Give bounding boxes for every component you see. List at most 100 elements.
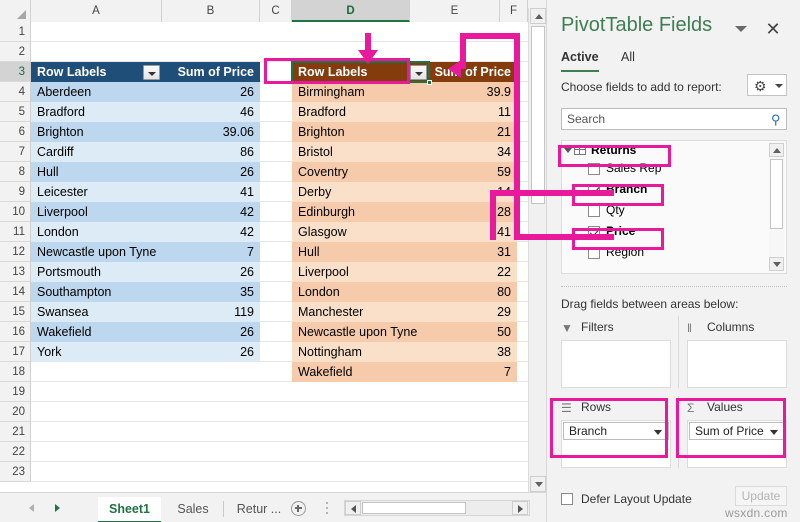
pt2-row-label: London bbox=[292, 282, 429, 302]
chip-chevron-down-icon[interactable] bbox=[770, 430, 778, 435]
tab-active[interactable]: Active bbox=[561, 50, 599, 72]
caret-right-icon bbox=[55, 504, 60, 512]
select-all-corner[interactable] bbox=[0, 0, 31, 22]
grid-scrollbar-thumb[interactable] bbox=[531, 26, 545, 204]
row-header-14[interactable]: 14 bbox=[0, 282, 31, 302]
area-vertical-divider-bottom bbox=[678, 396, 679, 468]
area-dropzone-filters[interactable] bbox=[561, 340, 671, 388]
row-header-20[interactable]: 20 bbox=[0, 402, 31, 422]
row-header-3[interactable]: 3 bbox=[0, 62, 31, 82]
row-header-6[interactable]: 6 bbox=[0, 122, 31, 142]
row-header-21[interactable]: 21 bbox=[0, 422, 31, 442]
grid-vertical-scrollbar[interactable] bbox=[528, 8, 546, 492]
row-header-7[interactable]: 7 bbox=[0, 142, 31, 162]
pt1-filter-dropdown-icon[interactable] bbox=[143, 65, 160, 80]
row-header-19[interactable]: 19 bbox=[0, 382, 31, 402]
pt2-header-sum-of-price[interactable]: Sum of Price bbox=[429, 62, 517, 82]
row-header-4[interactable]: 4 bbox=[0, 82, 31, 102]
sheet-tab-sales[interactable]: Sales bbox=[167, 497, 219, 522]
grid-row-background[interactable] bbox=[31, 422, 528, 442]
field-item-label: Qty bbox=[606, 203, 625, 217]
row-header-11[interactable]: 11 bbox=[0, 222, 31, 242]
collapse-triangle-icon[interactable] bbox=[564, 148, 572, 153]
grid-row-background[interactable] bbox=[31, 42, 528, 62]
tab-all[interactable]: All bbox=[621, 50, 635, 70]
pt1-row-value: 41 bbox=[162, 182, 260, 202]
pane-options-chevron-down-icon[interactable] bbox=[735, 26, 747, 32]
grid-horizontal-scrollbar[interactable] bbox=[344, 500, 530, 516]
grid-row-background[interactable] bbox=[31, 462, 528, 482]
next-sheet-button[interactable] bbox=[52, 502, 64, 514]
checkbox-checked-icon[interactable] bbox=[588, 184, 600, 196]
field-scroll-up-button[interactable] bbox=[769, 143, 784, 157]
row-header-9[interactable]: 9 bbox=[0, 182, 31, 202]
column-header-a[interactable]: A bbox=[31, 0, 162, 22]
row-header-22[interactable]: 22 bbox=[0, 442, 31, 462]
field-list[interactable]: Returns Sales Rep Branch Qty Price Region bbox=[561, 140, 787, 274]
row-header-17[interactable]: 17 bbox=[0, 342, 31, 362]
pane-divider bbox=[561, 286, 787, 287]
row-header-12[interactable]: 12 bbox=[0, 242, 31, 262]
pt1-row-value: 39.06 bbox=[162, 122, 260, 142]
checkbox-icon[interactable] bbox=[588, 247, 600, 259]
pt1-row-value: 42 bbox=[162, 202, 260, 222]
row-header-16[interactable]: 16 bbox=[0, 322, 31, 342]
tab-split-grip[interactable] bbox=[326, 502, 329, 515]
scroll-down-button[interactable] bbox=[530, 476, 546, 492]
pt2-row-label: Edinburgh bbox=[292, 202, 429, 222]
scroll-right-button[interactable] bbox=[512, 501, 528, 515]
pt1-header-sum-of-price[interactable]: Sum of Price bbox=[162, 62, 260, 82]
field-list-scrollbar[interactable] bbox=[769, 143, 784, 271]
pt1-row-label: London bbox=[31, 222, 162, 242]
chevron-down-icon bbox=[535, 482, 543, 487]
pane-close-icon[interactable]: ✕ bbox=[763, 20, 783, 40]
grid-row-background[interactable] bbox=[31, 442, 528, 462]
row-header-8[interactable]: 8 bbox=[0, 162, 31, 182]
pt2-filter-dropdown-icon[interactable] bbox=[410, 65, 427, 80]
pt2-header-row-labels[interactable]: Row Labels bbox=[292, 62, 429, 82]
fill-handle[interactable] bbox=[427, 80, 432, 85]
field-list-settings-button[interactable]: ⚙ bbox=[747, 74, 787, 96]
row-header-2[interactable]: 2 bbox=[0, 42, 31, 62]
hscrollbar-thumb[interactable] bbox=[362, 502, 466, 514]
checkbox-icon[interactable] bbox=[588, 163, 600, 175]
area-chip-sum-of-price[interactable]: Sum of Price bbox=[689, 422, 785, 440]
sheet-tab-returns[interactable]: Retur ... bbox=[228, 497, 290, 522]
area-dropzone-columns[interactable] bbox=[687, 340, 787, 388]
scroll-up-button[interactable] bbox=[530, 8, 546, 24]
row-header-15[interactable]: 15 bbox=[0, 302, 31, 322]
pane-title: PivotTable Fields bbox=[561, 14, 713, 36]
worksheet-grid[interactable]: A B C D E F 1 2 3 4 5 6 7 8 9 10 11 12 13 14 15 16 17 18 1… bbox=[0, 0, 546, 492]
add-sheet-icon[interactable] bbox=[291, 501, 306, 516]
row-header-23[interactable]: 23 bbox=[0, 462, 31, 482]
previous-sheet-button[interactable] bbox=[26, 502, 38, 514]
pt1-row-label: Swansea bbox=[31, 302, 162, 322]
scroll-left-button[interactable] bbox=[345, 501, 361, 515]
update-button[interactable]: Update bbox=[735, 486, 787, 506]
row-header-18[interactable]: 18 bbox=[0, 362, 31, 382]
row-header-1[interactable]: 1 bbox=[0, 22, 31, 42]
field-scrollbar-thumb[interactable] bbox=[770, 159, 783, 229]
column-header-c[interactable]: C bbox=[260, 0, 292, 22]
column-header-e[interactable]: E bbox=[410, 0, 500, 22]
area-chip-branch[interactable]: Branch bbox=[563, 422, 669, 440]
grid-row-background[interactable] bbox=[31, 22, 528, 42]
checkbox-icon[interactable] bbox=[561, 493, 573, 505]
chip-chevron-down-icon[interactable] bbox=[654, 430, 662, 435]
checkbox-icon[interactable] bbox=[588, 205, 600, 217]
pt2-row-value: 38 bbox=[429, 342, 517, 362]
row-header-10[interactable]: 10 bbox=[0, 202, 31, 222]
grid-row-background[interactable] bbox=[31, 402, 528, 422]
row-header-13[interactable]: 13 bbox=[0, 262, 31, 282]
field-scroll-down-button[interactable] bbox=[769, 257, 784, 271]
pt1-row-value: 7 bbox=[162, 242, 260, 262]
column-header-f[interactable]: F bbox=[500, 0, 528, 22]
sheet-tab-sheet1[interactable]: Sheet1 bbox=[98, 497, 161, 522]
tab-separator bbox=[223, 501, 224, 517]
area-label-rows: Rows bbox=[581, 400, 612, 414]
column-header-b[interactable]: B bbox=[162, 0, 260, 22]
column-header-d[interactable]: D bbox=[292, 0, 410, 22]
search-input[interactable]: Search ⚲ bbox=[561, 108, 787, 130]
checkbox-checked-icon[interactable] bbox=[588, 226, 600, 238]
row-header-5[interactable]: 5 bbox=[0, 102, 31, 122]
